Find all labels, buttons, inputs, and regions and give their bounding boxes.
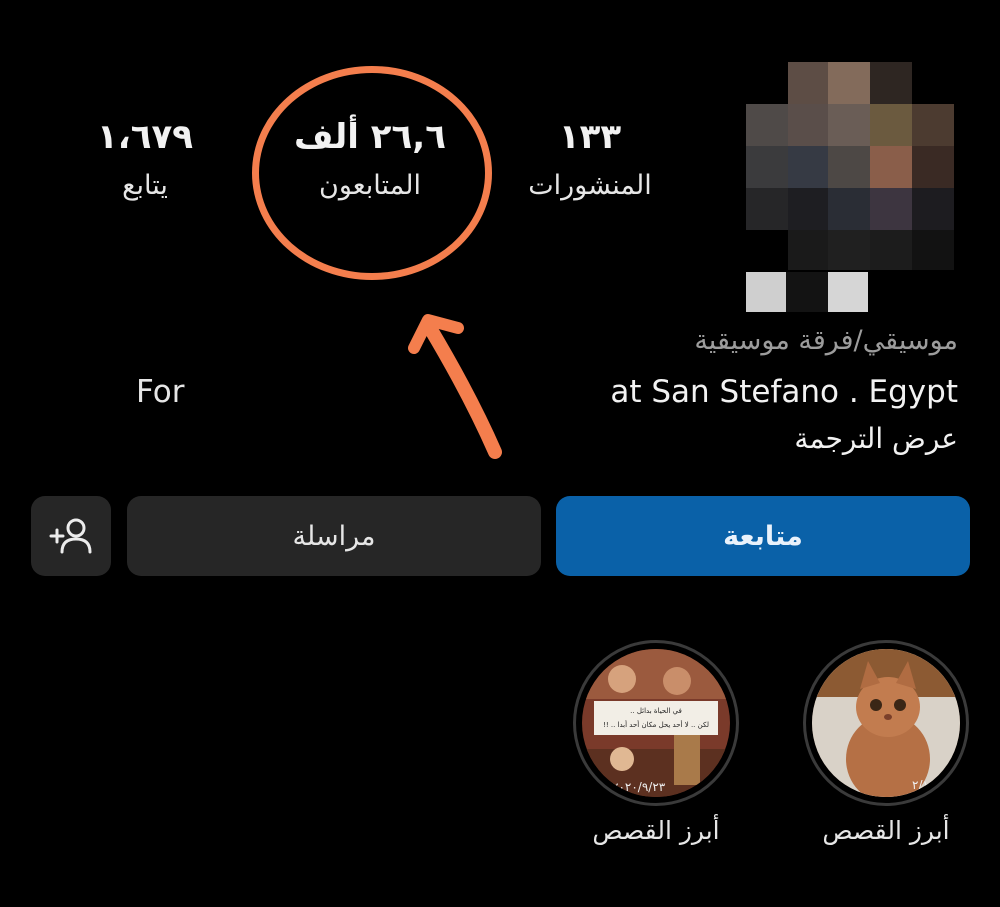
highlight-label: أبرز القصص	[822, 816, 950, 845]
svg-text:٢٠٢٠/٩/٢٣: ٢٠٢٠/٩/٢٣	[612, 780, 666, 794]
message-button[interactable]: مراسلة	[127, 496, 541, 576]
story-highlight[interactable]: ٢/١١/١٣ أبرز القصص	[798, 640, 974, 845]
story-highlight[interactable]: في الحياة بدائل .. لكن .. لا أحد يحل مكا…	[568, 640, 744, 845]
svg-text:في الحياة بدائل ..: في الحياة بدائل ..	[630, 707, 682, 715]
following-stat[interactable]: ١،٦٧٩ يتابع	[80, 120, 210, 199]
svg-text:لكن .. لا أحد يحل مكان أحد أبد: لكن .. لا أحد يحل مكان أحد أبدا .. !!	[603, 720, 709, 729]
posts-stat[interactable]: ١٣٣ المنشورات	[520, 120, 660, 199]
follow-button[interactable]: متابعة	[556, 496, 970, 576]
highlight-up-movie-thumbnail: في الحياة بدائل .. لكن .. لا أحد يحل مكا…	[582, 649, 730, 797]
highlight-ring: ٢/١١/١٣	[803, 640, 969, 806]
annotation-arrow	[408, 314, 502, 459]
profile-category: موسيقي/فرقة موسيقية	[694, 325, 958, 356]
add-user-icon	[49, 518, 92, 554]
following-count: ١،٦٧٩	[97, 117, 193, 157]
bio-text-fragment: For	[136, 374, 185, 410]
see-translation-link[interactable]: عرض الترجمة	[794, 422, 958, 455]
svg-text:٢/١١/١٣: ٢/١١/١٣	[912, 778, 953, 792]
highlight-cat-thumbnail: ٢/١١/١٣	[812, 649, 960, 797]
add-user-button[interactable]	[31, 496, 111, 576]
profile-avatar[interactable]	[746, 62, 954, 312]
highlight-ring: في الحياة بدائل .. لكن .. لا أحد يحل مكا…	[573, 640, 739, 806]
posts-label: المنشورات	[528, 170, 652, 201]
following-label: يتابع	[122, 170, 168, 201]
highlight-label: أبرز القصص	[592, 816, 720, 845]
bio-location: at San Stefano . Egypt	[610, 374, 958, 410]
annotation-circle	[252, 66, 492, 280]
posts-count: ١٣٣	[558, 117, 622, 157]
